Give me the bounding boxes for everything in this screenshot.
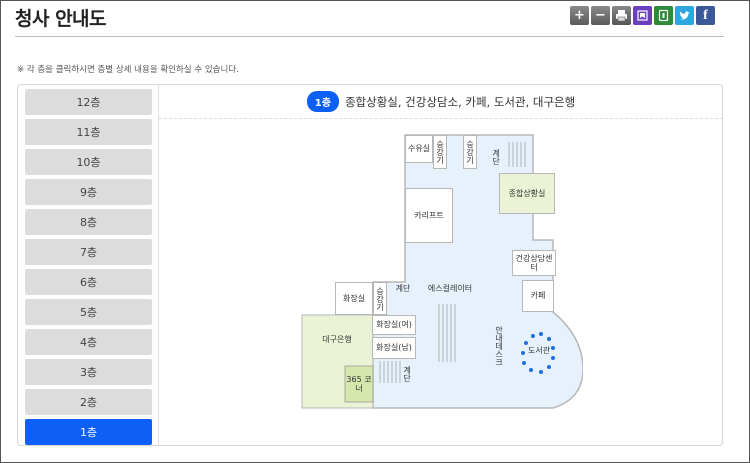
floor-button-1[interactable]: 1층 <box>25 419 152 445</box>
floor-map: 수유실 승강기 승강기 계단 종합상황실 카리프트 건강상담센터 에스컬레이터 … <box>283 132 583 412</box>
room-carrier: 카리프트 <box>405 188 453 243</box>
room-stairs-mid: 계단 <box>395 284 411 294</box>
floor-description: 종합상황실, 건강상담소, 카페, 도서관, 대구은행 <box>344 94 576 109</box>
floor-button-7[interactable]: 7층 <box>25 239 152 265</box>
share-button[interactable] <box>654 6 673 25</box>
room-bank: 대구은행 <box>322 335 352 345</box>
twitter-button[interactable] <box>675 6 694 25</box>
room-stairs-bottom: 계단 <box>402 366 412 382</box>
floor-button-9[interactable]: 9층 <box>25 179 152 205</box>
print-button[interactable] <box>612 6 631 25</box>
room-info-desk: 안내데스크 <box>494 326 504 366</box>
zoom-in-button[interactable]: + <box>570 6 589 25</box>
bookmark-button[interactable] <box>633 6 652 25</box>
room-lift3: 승강기 <box>373 282 387 315</box>
print-icon <box>616 10 627 22</box>
facebook-icon: f <box>703 7 708 23</box>
share-icon <box>658 9 669 22</box>
room-restroom-left: 화장실 <box>335 282 373 315</box>
page-title: 청사 안내도 <box>15 8 107 30</box>
floor-button-8[interactable]: 8층 <box>25 209 152 235</box>
floor-button-6[interactable]: 6층 <box>25 269 152 295</box>
room-restroom-men: 화장실(남) <box>372 337 416 359</box>
room-restroom-women: 화장실(여) <box>372 315 416 335</box>
room-health: 건강상담센터 <box>512 250 556 276</box>
floor-button-2[interactable]: 2층 <box>25 389 152 415</box>
room-365-corner: 365 코너 <box>346 374 372 393</box>
room-water: 수유실 <box>405 135 433 163</box>
facebook-button[interactable]: f <box>696 6 715 25</box>
room-lift2: 승강기 <box>463 135 477 169</box>
room-escalator: 에스컬레이터 <box>427 284 473 294</box>
floor-button-5[interactable]: 5층 <box>25 299 152 325</box>
room-stairs-top: 계단 <box>491 149 501 165</box>
floor-list: 12층 11층 10층 9층 8층 7층 6층 5층 4층 3층 2층 1층 <box>25 89 152 449</box>
floor-button-4[interactable]: 4층 <box>25 329 152 355</box>
toolbar: + − f <box>570 6 715 25</box>
room-situation: 종합상황실 <box>499 173 555 214</box>
floor-button-10[interactable]: 10층 <box>25 149 152 175</box>
zoom-out-button[interactable]: − <box>591 6 610 25</box>
bookmark-icon <box>637 10 648 21</box>
room-library: 도서관 <box>527 346 551 356</box>
minus-icon: − <box>595 8 606 23</box>
floor-header: 1층 종합상황실, 건강상담소, 카페, 도서관, 대구은행 <box>159 85 723 119</box>
twitter-icon <box>679 11 690 20</box>
floor-button-11[interactable]: 11층 <box>25 119 152 145</box>
floor-button-3[interactable]: 3층 <box>25 359 152 385</box>
room-cafe: 카페 <box>522 280 554 312</box>
notice-text: ※ 각 층을 클릭하시면 층별 상세 내용을 확인하실 수 있습니다. <box>17 65 239 75</box>
room-lift1: 승강기 <box>433 135 447 169</box>
panel-divider <box>158 85 159 445</box>
plus-icon: + <box>574 8 585 23</box>
floor-button-12[interactable]: 12층 <box>25 89 152 115</box>
floor-badge: 1층 <box>306 91 339 112</box>
title-divider <box>15 36 724 37</box>
